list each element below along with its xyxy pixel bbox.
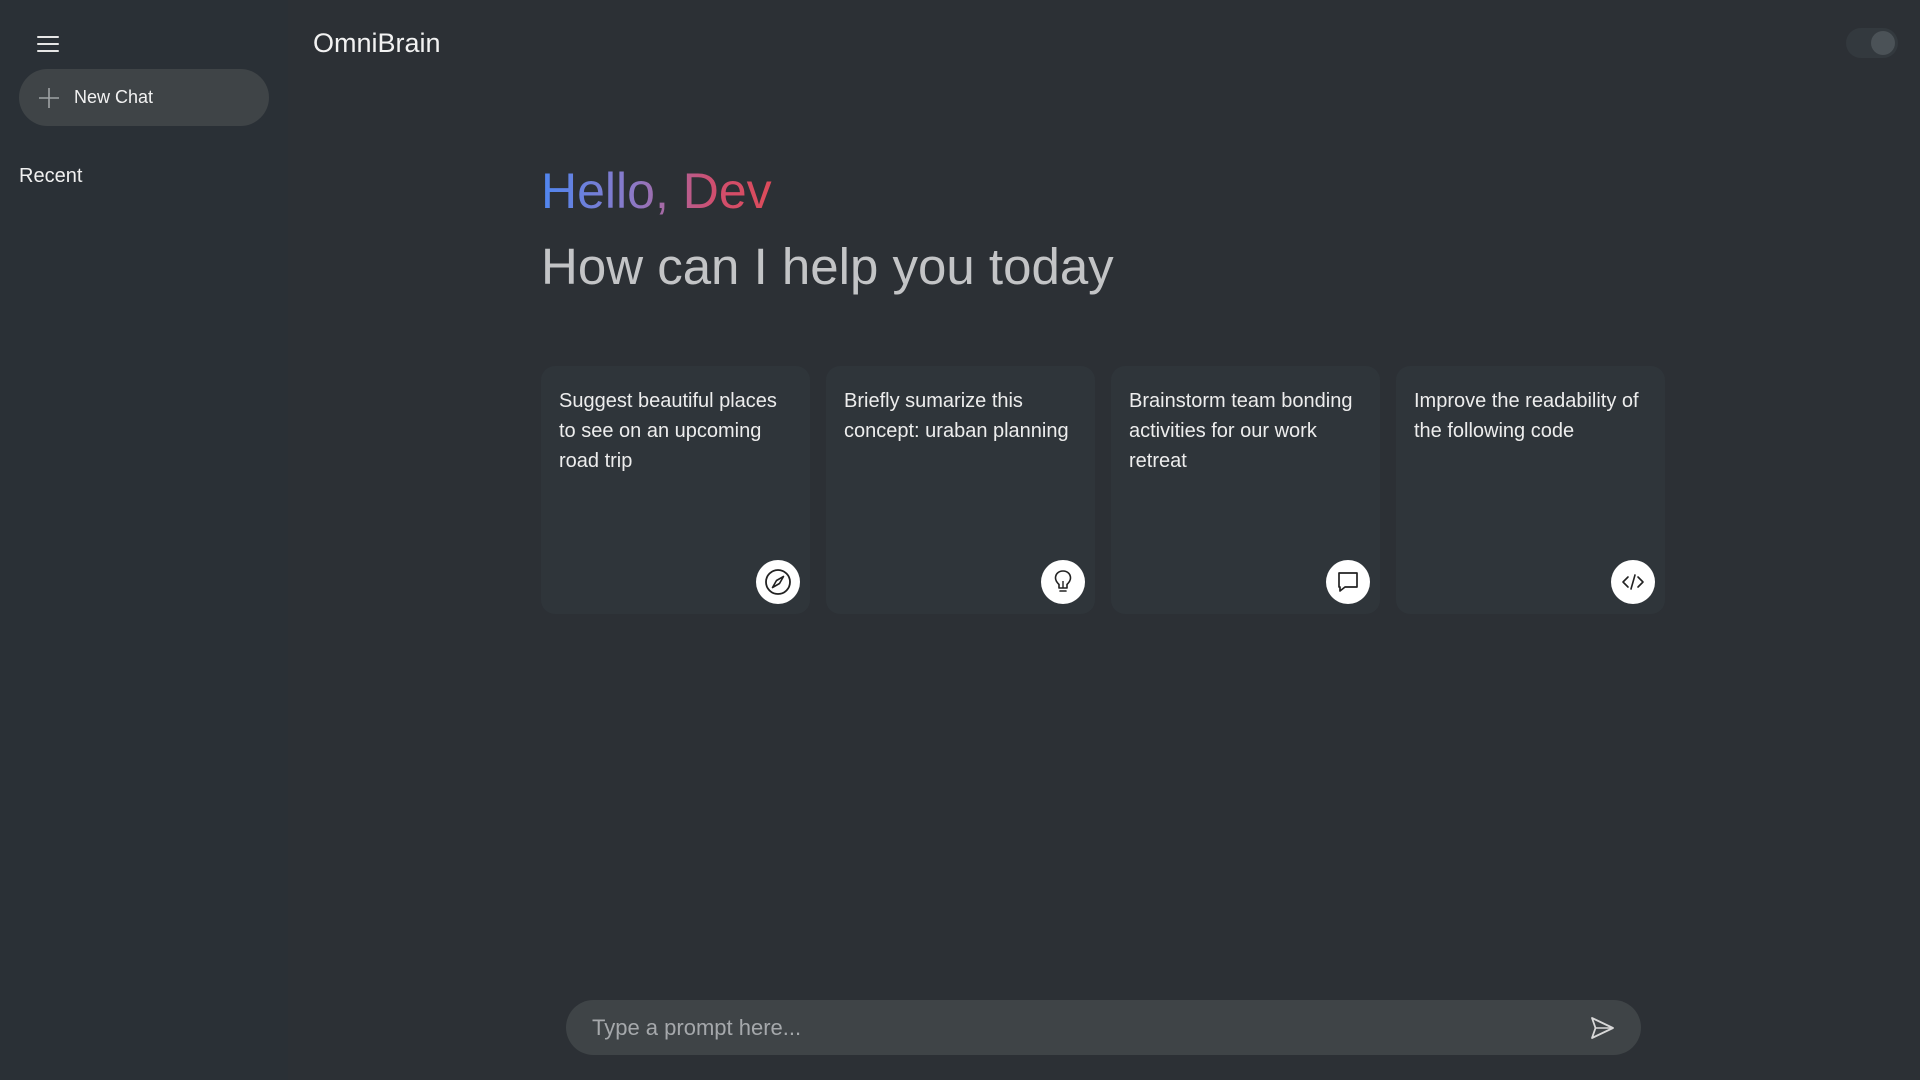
greeting-hello: Hello, Dev: [541, 160, 772, 222]
lightbulb-icon: [1041, 560, 1085, 604]
code-icon: [1611, 560, 1655, 604]
suggestion-card-road-trip[interactable]: Suggest beautiful places to see on an up…: [541, 366, 810, 614]
prompt-input[interactable]: [592, 1014, 1587, 1041]
hamburger-menu-icon: [37, 36, 59, 52]
send-icon: [1591, 1016, 1614, 1039]
suggestion-cards: Suggest beautiful places to see on an up…: [541, 366, 1665, 614]
theme-toggle-knob: [1871, 31, 1895, 55]
suggestion-card-text: Brainstorm team bonding activities for o…: [1129, 390, 1353, 472]
new-chat-button[interactable]: New Chat: [19, 69, 269, 126]
menu-button[interactable]: [32, 30, 64, 58]
suggestion-card-text: Improve the readability of the following…: [1414, 390, 1639, 442]
app-title: OmniBrain: [313, 28, 441, 58]
prompt-bar: [566, 1000, 1641, 1055]
greeting-subheading: How can I help you today: [541, 238, 1114, 295]
theme-toggle[interactable]: [1846, 28, 1898, 58]
app-root: New Chat Recent OmniBrain Hello, Dev How…: [0, 0, 1920, 1080]
plus-icon: [37, 86, 61, 110]
compass-icon: [756, 560, 800, 604]
send-button[interactable]: [1587, 1013, 1617, 1043]
recent-heading: Recent: [19, 165, 83, 187]
suggestion-card-code-readability[interactable]: Improve the readability of the following…: [1396, 366, 1665, 614]
chat-bubble-icon: [1326, 560, 1370, 604]
suggestion-card-urban-planning[interactable]: Briefly sumarize this concept: uraban pl…: [826, 366, 1095, 614]
sidebar: New Chat Recent: [0, 0, 288, 1080]
new-chat-label: New Chat: [74, 87, 154, 107]
suggestion-card-team-bonding[interactable]: Brainstorm team bonding activities for o…: [1111, 366, 1380, 614]
suggestion-card-text: Suggest beautiful places to see on an up…: [559, 390, 777, 472]
suggestion-card-text: Briefly sumarize this concept: uraban pl…: [844, 390, 1069, 442]
